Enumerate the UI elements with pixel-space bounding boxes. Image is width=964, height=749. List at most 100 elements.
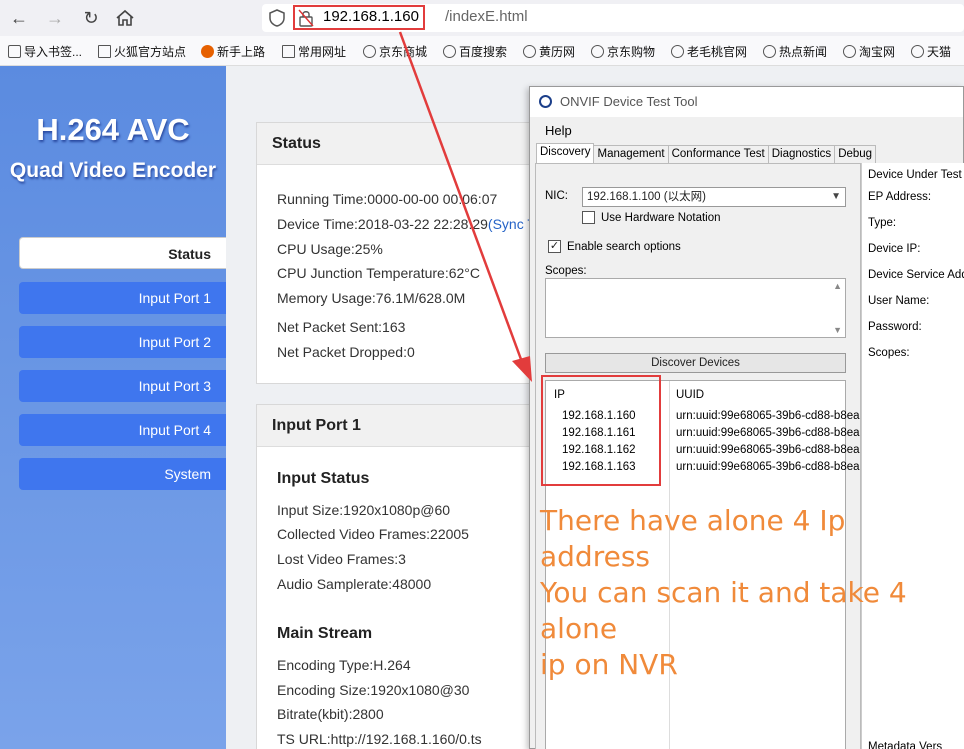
- device-uuid[interactable]: urn:uuid:99e68065-39b6-cd88-b8ea: [676, 427, 860, 439]
- search-options-checkbox[interactable]: ✓: [548, 240, 561, 253]
- globe-icon: [591, 45, 604, 58]
- packet-dropped: Net Packet Dropped:0: [277, 344, 415, 360]
- status-panel-title: Status: [257, 123, 555, 165]
- input-port-panel-title: Input Port 1: [257, 405, 555, 447]
- bookmark-getting-started[interactable]: 新手上路: [201, 43, 265, 60]
- url-highlight-box: [293, 5, 425, 30]
- ip-column-highlight-box: [541, 375, 661, 486]
- bookmark-hot-news[interactable]: 热点新闻: [763, 43, 827, 60]
- packet-sent: Net Packet Sent:163: [277, 319, 406, 335]
- input-status-heading: Input Status: [277, 470, 370, 487]
- chevron-down-icon: ▼: [831, 191, 841, 202]
- tab-debug[interactable]: Debug: [834, 145, 877, 164]
- device-uuid[interactable]: urn:uuid:99e68065-39b6-cd88-b8ea: [676, 410, 860, 422]
- lost-frames: Lost Video Frames:3: [277, 551, 406, 567]
- bookmark-common-sites[interactable]: 常用网址: [282, 43, 346, 60]
- onvif-tabs: Discovery Management Conformance Test Di…: [536, 143, 877, 164]
- scopes-label: Scopes:: [545, 265, 587, 277]
- shield-icon[interactable]: [268, 8, 286, 28]
- url-path[interactable]: /indexE.html: [445, 8, 528, 25]
- audio-samplerate: Audio Samplerate:48000: [277, 576, 432, 592]
- dut-scopes-label: Scopes:: [868, 347, 910, 359]
- nic-select[interactable]: 192.168.1.100 (以太网) ▼: [582, 187, 846, 207]
- ts-url: TS URL:http://192.168.1.160/0.ts: [277, 731, 482, 747]
- globe-icon: [443, 45, 456, 58]
- scroll-down-icon[interactable]: ▼: [833, 325, 842, 335]
- import-icon: [8, 45, 21, 58]
- collected-frames: Collected Video Frames:22005: [277, 526, 469, 542]
- main-stream-heading: Main Stream: [277, 625, 373, 642]
- bookmark-huangli[interactable]: 黄历网: [523, 43, 575, 60]
- scroll-up-icon[interactable]: ▲: [833, 281, 842, 291]
- hardware-notation-checkbox[interactable]: [582, 211, 595, 224]
- input-port-panel: Input Port 1 Input Status Input Size:192…: [256, 404, 556, 749]
- annotation-line-1: There have alone 4 Ip address: [540, 504, 846, 573]
- folder-icon: [98, 45, 111, 58]
- ep-address-label: EP Address:: [868, 191, 932, 203]
- nic-value: 192.168.1.100 (以太网): [587, 191, 706, 203]
- tab-discovery[interactable]: Discovery: [536, 143, 595, 164]
- discover-devices-button[interactable]: Discover Devices: [545, 353, 846, 373]
- reload-icon[interactable]: ↻: [79, 6, 103, 30]
- bookmark-import[interactable]: 导入书签...: [8, 43, 82, 60]
- sidebar-item-input-port-4[interactable]: Input Port 4: [19, 414, 226, 446]
- memory-usage: Memory Usage:76.1M/628.0M: [277, 290, 466, 306]
- device-service-address-label: Device Service Addr: [868, 269, 964, 281]
- bookmark-firefox-site[interactable]: 火狐官方站点: [98, 43, 186, 60]
- bookmark-laomaotao[interactable]: 老毛桃官网: [671, 43, 747, 60]
- encoding-type: Encoding Type:H.264: [277, 657, 411, 673]
- globe-icon: [523, 45, 536, 58]
- cpu-temperature: CPU Junction Temperature:62°C: [277, 265, 480, 281]
- device-time: Device Time:2018-03-22 22:28:29(Sync Ti: [277, 216, 539, 232]
- password-label: Password:: [868, 321, 922, 333]
- tab-conformance-test[interactable]: Conformance Test: [667, 145, 769, 164]
- tab-management[interactable]: Management: [593, 145, 669, 164]
- search-options-label: Enable search options: [567, 241, 681, 253]
- bitrate: Bitrate(kbit):2800: [277, 706, 384, 722]
- tab-diagnostics[interactable]: Diagnostics: [767, 145, 836, 164]
- bookmark-jd-shopping[interactable]: 京东购物: [591, 43, 655, 60]
- globe-icon: [363, 45, 376, 58]
- bookmark-jd-mall[interactable]: 京东商城: [363, 43, 427, 60]
- back-icon[interactable]: ←: [7, 6, 31, 30]
- annotation-line-3: ip on NVR: [540, 648, 678, 681]
- brand-subtitle: Quad Video Encoder: [9, 159, 217, 182]
- bookmark-taobao[interactable]: 淘宝网: [843, 43, 895, 60]
- globe-icon: [843, 45, 856, 58]
- sidebar-item-input-port-3[interactable]: Input Port 3: [19, 370, 226, 402]
- sidebar-item-input-port-2[interactable]: Input Port 2: [19, 326, 226, 358]
- menu-help[interactable]: Help: [545, 123, 572, 138]
- annotation-line-2: You can scan it and take 4 alone: [540, 576, 907, 645]
- device-ip-label: Device IP:: [868, 243, 921, 255]
- dut-title: Device Under Test In: [868, 169, 964, 181]
- bookmarks-bar: 导入书签... 火狐官方站点 新手上路 常用网址 京东商城 百度搜索 黄历网 京…: [0, 36, 964, 66]
- input-size: Input Size:1920x1080p@60: [277, 502, 451, 518]
- col-header-uuid[interactable]: UUID: [676, 389, 704, 401]
- globe-icon: [671, 45, 684, 58]
- onvif-title-bar[interactable]: ONVIF Device Test Tool: [530, 87, 963, 117]
- user-name-label: User Name:: [868, 295, 930, 307]
- home-icon[interactable]: [114, 8, 136, 28]
- sidebar-item-status[interactable]: Status: [19, 237, 226, 269]
- sidebar-item-system[interactable]: System: [19, 458, 226, 490]
- scopes-input[interactable]: ▲ ▼: [545, 278, 846, 338]
- device-uuid[interactable]: urn:uuid:99e68065-39b6-cd88-b8ea: [676, 444, 860, 456]
- device-uuid[interactable]: urn:uuid:99e68065-39b6-cd88-b8ea: [676, 461, 860, 473]
- hardware-notation-label: Use Hardware Notation: [601, 212, 721, 224]
- running-time: Running Time:0000-00-00 00:06:07: [277, 191, 498, 207]
- brand-title: H.264 AVC: [36, 112, 190, 147]
- bookmark-baidu[interactable]: 百度搜索: [443, 43, 507, 60]
- forward-icon[interactable]: →: [43, 6, 67, 30]
- browser-toolbar: ← → ↻ 192.168.1.160 /indexE.html: [0, 0, 964, 36]
- status-panel: Status Running Time:0000-00-00 00:06:07 …: [256, 122, 556, 384]
- globe-icon: [763, 45, 776, 58]
- annotation-text: There have alone 4 Ip address You can sc…: [540, 503, 964, 683]
- bookmark-tmall[interactable]: 天猫: [911, 43, 951, 60]
- metadata-version-label: Metadata Vers: [868, 741, 943, 749]
- cpu-usage: CPU Usage:25%: [277, 241, 383, 257]
- sidebar-item-input-port-1[interactable]: Input Port 1: [19, 282, 226, 314]
- globe-icon: [911, 45, 924, 58]
- onvif-title: ONVIF Device Test Tool: [560, 94, 698, 109]
- encoding-size: Encoding Size:1920x1080@30: [277, 682, 470, 698]
- type-label: Type:: [868, 217, 897, 229]
